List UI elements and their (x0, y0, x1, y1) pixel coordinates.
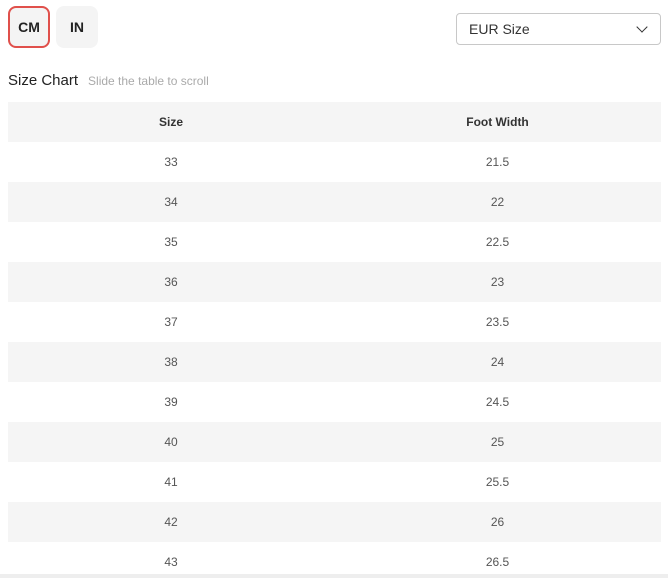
foot-width-cell: 25 (334, 422, 661, 462)
size-chart-page: CM IN EUR Size Size Chart Slide the tabl… (0, 0, 668, 578)
table-row: 35 22.5 (8, 222, 661, 262)
column-header-foot-width: Foot Width (334, 102, 661, 142)
chevron-down-icon (636, 21, 648, 33)
foot-width-cell: 24 (334, 342, 661, 382)
size-table-scroll[interactable]: Size Foot Width 33 21.5 34 22 35 22.5 36… (8, 102, 661, 578)
unit-in-button[interactable]: IN (56, 6, 98, 48)
size-cell: 33 (8, 142, 334, 182)
foot-width-cell: 25.5 (334, 462, 661, 502)
foot-width-cell: 24.5 (334, 382, 661, 422)
scroll-hint: Slide the table to scroll (88, 74, 209, 88)
size-cell: 40 (8, 422, 334, 462)
size-cell: 34 (8, 182, 334, 222)
table-header-row: Size Foot Width (8, 102, 661, 142)
size-cell: 37 (8, 302, 334, 342)
table-row: 38 24 (8, 342, 661, 382)
size-cell: 36 (8, 262, 334, 302)
table-row: 39 24.5 (8, 382, 661, 422)
foot-width-cell: 23.5 (334, 302, 661, 342)
size-system-value: EUR Size (469, 21, 530, 37)
table-row: 40 25 (8, 422, 661, 462)
table-row: 42 26 (8, 502, 661, 542)
foot-width-cell: 22 (334, 182, 661, 222)
foot-width-cell: 23 (334, 262, 661, 302)
horizontal-scrollbar[interactable] (0, 574, 668, 578)
size-cell: 39 (8, 382, 334, 422)
foot-width-cell: 26.5 (334, 542, 661, 578)
table-row: 34 22 (8, 182, 661, 222)
size-cell: 41 (8, 462, 334, 502)
table-row: 36 23 (8, 262, 661, 302)
unit-cm-button[interactable]: CM (8, 6, 50, 48)
table-row: 33 21.5 (8, 142, 661, 182)
unit-toggle: CM IN (8, 6, 98, 48)
size-system-select[interactable]: EUR Size (456, 13, 661, 45)
column-header-size: Size (8, 102, 334, 142)
size-cell: 42 (8, 502, 334, 542)
table-row: 41 25.5 (8, 462, 661, 502)
foot-width-cell: 26 (334, 502, 661, 542)
foot-width-cell: 21.5 (334, 142, 661, 182)
size-cell: 43 (8, 542, 334, 578)
size-table: Size Foot Width 33 21.5 34 22 35 22.5 36… (8, 102, 661, 578)
size-cell: 35 (8, 222, 334, 262)
size-cell: 38 (8, 342, 334, 382)
foot-width-cell: 22.5 (334, 222, 661, 262)
section-title: Size Chart (8, 72, 79, 89)
table-row: 37 23.5 (8, 302, 661, 342)
table-row: 43 26.5 (8, 542, 661, 578)
section-header: Size Chart Slide the table to scroll (8, 72, 209, 89)
